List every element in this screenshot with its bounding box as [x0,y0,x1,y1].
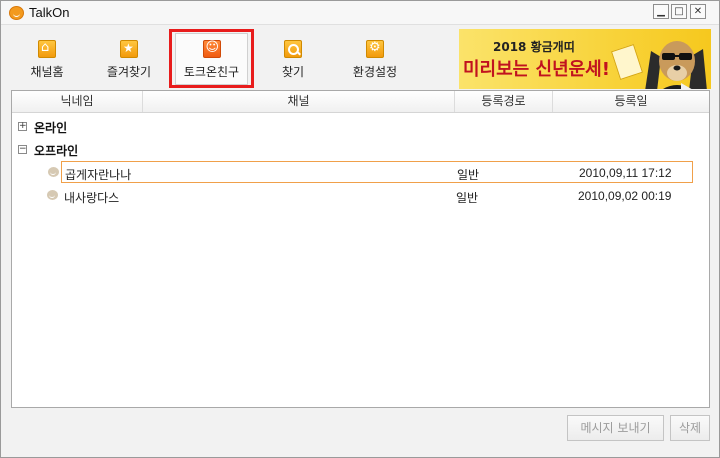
promo-banner[interactable]: 2018 황금개띠 미리보는 신년운세! [459,29,711,89]
friend-nickname: 내사랑다스 [64,191,120,205]
toolbar-search-button[interactable]: 찾기 [273,36,313,86]
star-icon [120,40,138,58]
column-header-route[interactable]: 등록경로 [455,91,553,112]
delete-button[interactable]: 삭제 [670,415,710,441]
group-label: 온라인 [34,121,68,135]
talkon-window: TalkOn ▁ □ ✕ 채널홈 즐겨찾기 토크온친구 찾기 환경설정 2018… [0,0,720,458]
column-header-channel[interactable]: 채널 [143,91,455,112]
toolbar-channel-home-button[interactable]: 채널홈 [21,36,73,86]
toolbar-label: 찾기 [281,65,305,79]
window-title: TalkOn [29,5,70,20]
friend-route: 일반 [457,168,480,182]
title-bar[interactable]: TalkOn ▁ □ ✕ [1,1,719,25]
offline-user-icon [48,167,59,177]
toolbar-favorites-button[interactable]: 즐겨찾기 [98,36,160,86]
offline-user-icon [47,190,58,200]
toolbar-settings-button[interactable]: 환경설정 [346,36,404,86]
column-header-nickname[interactable]: 닉네임 [12,91,143,112]
friend-nickname: 곱게자란나나 [65,168,132,182]
maximize-button[interactable]: □ [671,4,687,19]
friend-date: 2010,09,02 00:19 [578,189,672,203]
send-message-button[interactable]: 메시지 보내기 [567,415,664,441]
collapse-toggle[interactable]: − [18,145,27,154]
list-header: 닉네임 채널 등록경로 등록일 [12,91,709,113]
minimize-button[interactable]: ▁ [653,4,669,19]
talkon-logo-icon [9,6,24,20]
smiley-icon [202,40,221,58]
home-icon [38,40,56,58]
expand-toggle[interactable]: + [18,122,27,131]
friend-list-panel[interactable]: 닉네임 채널 등록경로 등록일 + 온라인 − 오프라인 곱게자란나나 일반 2… [11,90,710,408]
friend-route: 일반 [456,191,479,205]
friend-row[interactable]: 내사랑다스 일반 2010,09,02 00:19 [47,185,693,207]
close-button[interactable]: ✕ [690,4,706,19]
friend-row[interactable]: 곱게자란나나 일반 2010,09,11 17:12 [48,161,693,183]
gear-icon [366,40,384,58]
banner-headline: 미리보는 신년운세! [463,59,610,80]
dog-illustration-icon [645,41,707,89]
group-label: 오프라인 [34,144,79,158]
search-icon [284,40,302,58]
toolbar-label: 환경설정 [352,65,398,79]
toolbar-label: 토크온친구 [183,65,240,79]
banner-subtitle: 2018 황금개띠 [493,40,575,54]
toolbar-talkon-friends-button[interactable]: 토크온친구 [175,33,248,85]
column-header-date[interactable]: 등록일 [553,91,709,112]
toolbar-label: 즐겨찾기 [106,65,152,79]
toolbar-label: 채널홈 [30,65,64,79]
friend-date: 2010,09,11 17:12 [579,166,672,180]
